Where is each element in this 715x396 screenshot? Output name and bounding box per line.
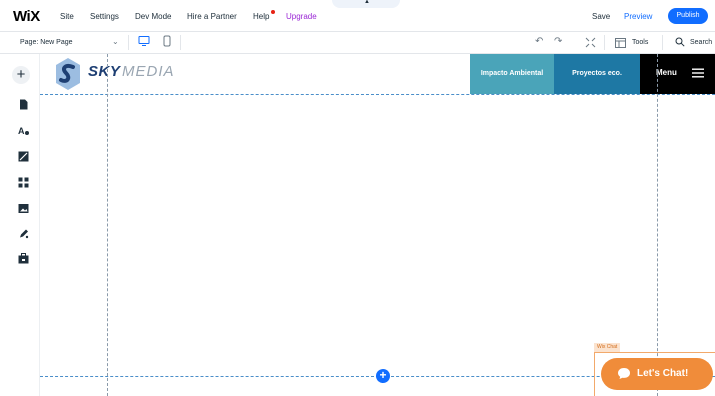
top-bar: WiX Site Settings Dev Mode Hire a Partne…	[0, 0, 715, 32]
editor-sub-bar: Page: New Page ⌄ ↶ ↷ Tools Search	[0, 32, 715, 54]
tools-icon[interactable]	[615, 38, 626, 48]
redo-icon[interactable]: ↷	[554, 36, 562, 47]
menu-dev-mode[interactable]: Dev Mode	[135, 12, 171, 21]
hamburger-icon	[692, 68, 704, 78]
site-nav-menu-label: Menu	[656, 68, 677, 77]
site-nav-impacto-ambiental[interactable]: Impacto Ambiental	[470, 54, 554, 94]
divider	[128, 35, 129, 50]
divider	[662, 35, 663, 50]
save-button[interactable]: Save	[592, 12, 610, 21]
divider	[604, 35, 605, 50]
sky-media-logo-icon	[56, 58, 80, 90]
chevron-down-icon[interactable]: ⌄	[112, 37, 119, 46]
divider	[180, 35, 181, 50]
blocks-icon[interactable]	[18, 151, 29, 162]
menu-settings[interactable]: Settings	[90, 12, 119, 21]
wix-logo[interactable]: WiX	[13, 8, 40, 25]
menu-upgrade[interactable]: Upgrade	[286, 12, 317, 21]
mobile-icon[interactable]	[162, 35, 172, 47]
right-gridline	[657, 54, 658, 396]
pen-icon[interactable]	[18, 228, 29, 239]
lets-chat-button[interactable]: Let's Chat!	[601, 358, 713, 390]
tools-button[interactable]: Tools	[632, 39, 648, 46]
header-boundary-line	[40, 94, 715, 95]
site-logo-media: MEDIA	[122, 63, 175, 80]
pages-icon[interactable]	[18, 99, 29, 110]
chat-widget-tag[interactable]: Wix Chat	[594, 343, 621, 352]
site-nav-menu[interactable]: Menu	[640, 54, 715, 94]
media-icon[interactable]	[18, 203, 29, 214]
add-icon[interactable]: +	[12, 66, 30, 84]
lets-chat-label: Let's Chat!	[637, 368, 689, 379]
page-selector[interactable]: Page: New Page	[20, 39, 73, 46]
menu-site[interactable]: Site	[60, 12, 74, 21]
publish-button[interactable]: Publish	[668, 8, 708, 24]
chat-bubble-icon	[618, 368, 630, 379]
collapse-toolbar-tab[interactable]: ▲	[332, 0, 400, 8]
design-icon[interactable]: A	[18, 125, 29, 136]
search-icon[interactable]	[675, 37, 685, 47]
desktop-icon[interactable]	[138, 35, 150, 47]
undo-icon[interactable]: ↶	[535, 36, 543, 47]
left-gridline	[107, 54, 108, 396]
business-icon[interactable]	[18, 253, 29, 264]
add-section-button[interactable]: +	[376, 369, 390, 383]
zoom-out-icon[interactable]	[585, 37, 596, 48]
preview-button[interactable]: Preview	[624, 12, 652, 21]
search-button[interactable]: Search	[690, 39, 712, 46]
help-notification-dot	[271, 10, 275, 14]
svg-text:A: A	[18, 126, 25, 136]
menu-help[interactable]: Help	[253, 12, 269, 21]
menu-hire-a-partner[interactable]: Hire a Partner	[187, 12, 237, 21]
apps-icon[interactable]	[18, 177, 29, 188]
site-nav-proyectos-eco[interactable]: Proyectos eco.	[554, 54, 640, 94]
site-logo-sky: SKY	[88, 63, 121, 80]
chevron-up-icon: ▲	[364, 0, 370, 5]
